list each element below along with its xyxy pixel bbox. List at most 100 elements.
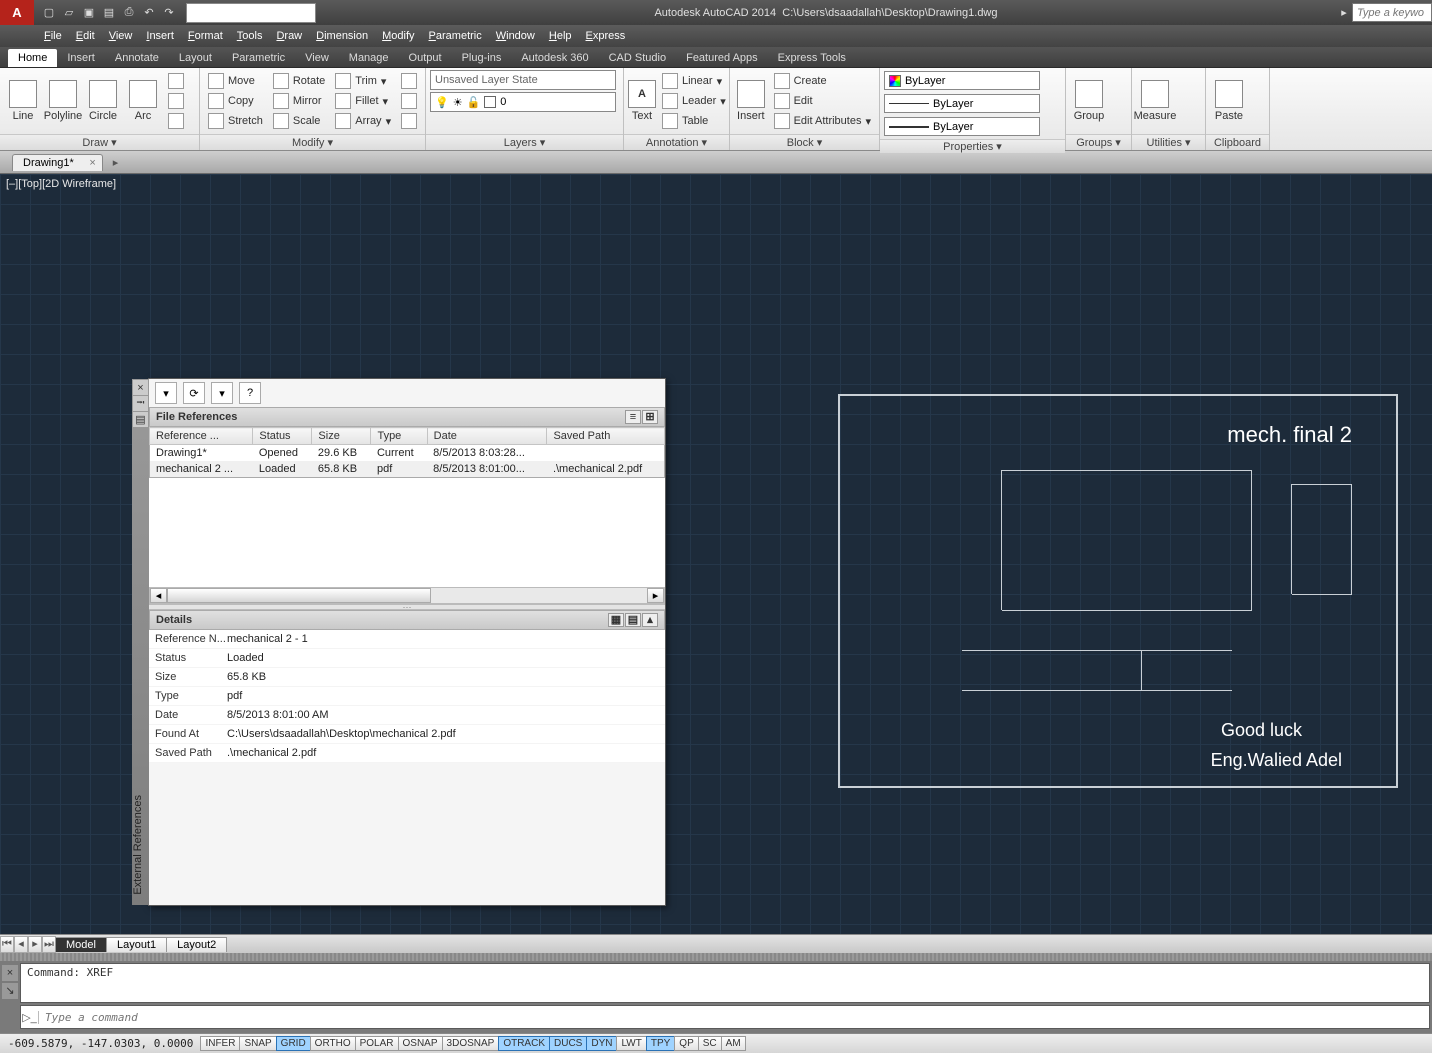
ribbon-tab-manage[interactable]: Manage — [339, 49, 399, 67]
coordinates-readout[interactable]: -609.5879, -147.0303, 0.0000 — [0, 1037, 201, 1050]
menu-insert[interactable]: Insert — [146, 30, 174, 42]
qat-saveas-icon[interactable]: ▤ — [100, 4, 118, 22]
move-button[interactable]: Move — [204, 72, 267, 91]
palette-autohide-icon[interactable]: ⭲ — [133, 396, 148, 411]
list-view-icon[interactable]: ≡ — [625, 410, 641, 424]
leader-button[interactable]: Leader ▾ — [658, 92, 730, 111]
command-input[interactable] — [39, 1011, 1429, 1024]
mirror-button[interactable]: Mirror — [269, 92, 329, 111]
status-dyn[interactable]: DYN — [586, 1036, 617, 1051]
copy-button[interactable]: Copy — [204, 92, 267, 111]
menu-help[interactable]: Help — [549, 30, 572, 42]
document-tab[interactable]: Drawing1*× — [12, 154, 103, 171]
status-am[interactable]: AM — [721, 1036, 746, 1051]
lineweight-selector[interactable]: ByLayer — [884, 117, 1040, 136]
trim-button[interactable]: Trim ▾ — [331, 72, 395, 91]
horizontal-scrollbar[interactable]: ◂▸ — [149, 587, 665, 604]
qat-print-icon[interactable]: ⎙ — [120, 4, 138, 22]
draw-extra2-button[interactable] — [164, 92, 188, 111]
edit-block-button[interactable]: Edit — [770, 92, 875, 111]
linetype-selector[interactable]: ByLayer — [884, 94, 1040, 113]
tab-next-icon[interactable]: ▸ — [28, 936, 42, 953]
details-view2-icon[interactable]: ▤ — [625, 613, 641, 627]
color-selector[interactable]: ByLayer — [884, 71, 1040, 90]
status-tpy[interactable]: TPY — [646, 1036, 675, 1051]
palette-sidebar[interactable]: × ⭲ ▤ External References — [132, 379, 149, 905]
table-button[interactable]: Table — [658, 112, 730, 131]
rotate-button[interactable]: Rotate — [269, 72, 329, 91]
status-polar[interactable]: POLAR — [355, 1036, 399, 1051]
tab-first-icon[interactable]: ⏮ — [0, 936, 14, 953]
drawing-canvas[interactable]: [–][Top][2D Wireframe] mech. final 2 Goo… — [0, 174, 1432, 934]
ribbon-tab-featured-apps[interactable]: Featured Apps — [676, 49, 768, 67]
command-grip[interactable] — [0, 953, 1432, 961]
attach-dwg-button[interactable]: ▾ — [155, 382, 177, 404]
close-icon[interactable]: × — [89, 157, 95, 169]
modify-extra3-button[interactable] — [397, 112, 421, 131]
table-row[interactable]: Drawing1*Opened29.6 KBCurrent8/5/2013 8:… — [150, 445, 665, 462]
column-header[interactable]: Date — [427, 428, 547, 445]
menu-file[interactable]: File — [44, 30, 62, 42]
arc-button[interactable]: Arc — [124, 71, 162, 131]
status-otrack[interactable]: OTRACK — [498, 1036, 550, 1051]
details-view1-icon[interactable]: ▦ — [608, 613, 624, 627]
annotation-panel-title[interactable]: Annotation ▾ — [624, 134, 729, 150]
change-path-button[interactable]: ▾ — [211, 382, 233, 404]
fillet-button[interactable]: Fillet ▾ — [331, 92, 395, 111]
layer-state-dropdown[interactable]: Unsaved Layer State — [430, 70, 616, 90]
column-header[interactable]: Type — [371, 428, 427, 445]
refresh-button[interactable]: ⟳ — [183, 382, 205, 404]
menu-express[interactable]: Express — [586, 30, 626, 42]
status-snap[interactable]: SNAP — [239, 1036, 276, 1051]
table-row[interactable]: mechanical 2 ...Loaded65.8 KBpdf8/5/2013… — [150, 461, 665, 478]
command-close-icon[interactable]: × — [2, 965, 18, 981]
workspace-selector[interactable]: Drafting & Annotation — [186, 3, 316, 23]
draw-extra3-button[interactable] — [164, 112, 188, 131]
ribbon-tab-autodesk-360[interactable]: Autodesk 360 — [511, 49, 598, 67]
new-tab-button[interactable]: ▸ — [113, 156, 119, 169]
ribbon-tab-insert[interactable]: Insert — [57, 49, 105, 67]
paste-button[interactable]: Paste — [1210, 71, 1248, 131]
array-button[interactable]: Array ▾ — [331, 112, 395, 131]
scale-button[interactable]: Scale — [269, 112, 329, 131]
layer-selector[interactable]: 💡 ☀ 🔓 0 — [430, 92, 616, 112]
ribbon-tab-annotate[interactable]: Annotate — [105, 49, 169, 67]
command-options-icon[interactable]: ↘ — [2, 983, 18, 999]
properties-panel-title[interactable]: Properties ▾ — [880, 139, 1065, 153]
menu-parametric[interactable]: Parametric — [429, 30, 482, 42]
groups-panel-title[interactable]: Groups ▾ — [1066, 134, 1131, 150]
insert-block-button[interactable]: Insert — [734, 71, 768, 131]
viewport-label[interactable]: [–][Top][2D Wireframe] — [6, 178, 116, 190]
circle-button[interactable]: Circle — [84, 71, 122, 131]
help-search-input[interactable] — [1352, 3, 1432, 22]
qat-new-icon[interactable]: ▢ — [40, 4, 58, 22]
tab-prev-icon[interactable]: ◂ — [14, 936, 28, 953]
stretch-button[interactable]: Stretch — [204, 112, 267, 131]
layout-tab-layout1[interactable]: Layout1 — [106, 937, 167, 952]
edit-attributes-button[interactable]: Edit Attributes ▾ — [770, 112, 875, 131]
palette-menu-icon[interactable]: ▤ — [133, 412, 148, 427]
command-history[interactable]: Command: XREF — [20, 963, 1430, 1003]
search-caret-icon[interactable]: ▸ — [1336, 6, 1352, 19]
create-block-button[interactable]: Create — [770, 72, 875, 91]
details-collapse-icon[interactable]: ▴ — [642, 613, 658, 627]
status-sc[interactable]: SC — [698, 1036, 722, 1051]
polyline-button[interactable]: Polyline — [44, 71, 82, 131]
menu-draw[interactable]: Draw — [276, 30, 302, 42]
status-grid[interactable]: GRID — [276, 1036, 311, 1051]
status-lwt[interactable]: LWT — [616, 1036, 646, 1051]
draw-panel-title[interactable]: Draw ▾ — [0, 134, 199, 150]
ribbon-tab-output[interactable]: Output — [399, 49, 452, 67]
column-header[interactable]: Saved Path — [547, 428, 665, 445]
modify-extra2-button[interactable] — [397, 92, 421, 111]
status-3dosnap[interactable]: 3DOSNAP — [442, 1036, 500, 1051]
column-header[interactable]: Reference ... — [150, 428, 253, 445]
line-button[interactable]: Line — [4, 71, 42, 131]
modify-extra1-button[interactable] — [397, 72, 421, 91]
layout-tab-layout2[interactable]: Layout2 — [166, 937, 227, 952]
status-ortho[interactable]: ORTHO — [310, 1036, 356, 1051]
menu-edit[interactable]: Edit — [76, 30, 95, 42]
menu-view[interactable]: View — [109, 30, 133, 42]
utilities-panel-title[interactable]: Utilities ▾ — [1132, 134, 1205, 150]
qat-undo-icon[interactable]: ↶ — [140, 4, 158, 22]
